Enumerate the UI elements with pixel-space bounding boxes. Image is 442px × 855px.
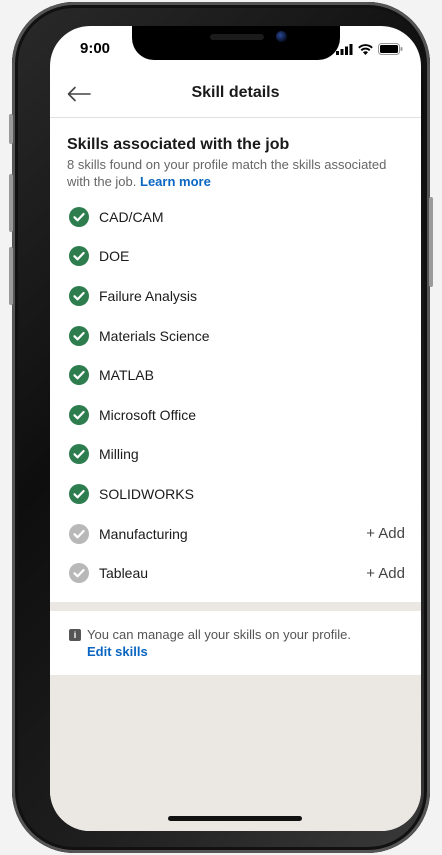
skill-name: SOLIDWORKS [99, 485, 194, 502]
status-icons [336, 43, 403, 55]
empty-background-area [50, 675, 421, 831]
skill-name: Milling [99, 446, 139, 463]
wifi-icon [358, 43, 373, 55]
skill-row: Manufacturing + Add [50, 514, 421, 554]
check-circle-icon [69, 365, 89, 386]
volume-up-button [9, 174, 13, 232]
speaker [210, 34, 264, 40]
section-description-text: 8 skills found on your profile match the… [67, 157, 387, 189]
skill-row: Failure Analysis [50, 276, 421, 316]
skill-list: CAD/CAM DOE Failure Analysis Materials S… [50, 197, 421, 593]
check-circle-icon [69, 325, 89, 346]
section-divider [50, 602, 421, 611]
phone-frame: 9:00 Skill details Skills associated wit… [9, 2, 433, 853]
skill-name: Manufacturing [99, 525, 188, 542]
skill-name: CAD/CAM [99, 208, 164, 225]
add-skill-button[interactable]: + Add [366, 565, 405, 582]
skill-row: CAD/CAM [50, 197, 421, 237]
battery-icon [378, 43, 403, 55]
skill-name: Microsoft Office [99, 406, 196, 423]
skill-row: DOE [50, 237, 421, 277]
manage-skills-text: You can manage all your skills on your p… [87, 627, 351, 642]
volume-down-button [9, 247, 13, 305]
home-indicator [168, 816, 302, 821]
status-time: 9:00 [80, 40, 111, 57]
manage-skills-note: i You can manage all your skills on your… [50, 611, 421, 675]
skill-row: Milling [50, 435, 421, 475]
skill-row: SOLIDWORKS [50, 474, 421, 514]
notch [132, 26, 340, 60]
silent-switch [9, 114, 13, 144]
skill-row: Materials Science [50, 316, 421, 356]
skill-name: DOE [99, 248, 130, 265]
skill-row: MATLAB [50, 355, 421, 395]
page-title: Skill details [191, 84, 280, 101]
section-description: 8 skills found on your profile match the… [67, 156, 387, 190]
learn-more-link[interactable]: Learn more [140, 174, 211, 189]
check-circle-icon [69, 483, 89, 504]
check-circle-outline-icon [69, 523, 89, 544]
front-camera [276, 31, 287, 42]
app-header: Skill details [50, 70, 421, 118]
check-circle-icon [69, 404, 89, 425]
check-circle-icon [69, 246, 89, 267]
skill-name: Failure Analysis [99, 287, 198, 304]
info-icon: i [69, 629, 81, 641]
check-circle-icon [69, 206, 89, 227]
check-circle-outline-icon [69, 563, 89, 584]
power-button [429, 197, 433, 287]
check-circle-icon [69, 444, 89, 465]
section-title: Skills associated with the job [67, 136, 290, 153]
add-skill-button[interactable]: + Add [366, 525, 405, 542]
skill-name: Materials Science [99, 327, 210, 344]
skill-name: MATLAB [99, 367, 154, 384]
skill-row: Tableau + Add [50, 553, 421, 593]
check-circle-icon [69, 285, 89, 306]
phone-screen: 9:00 Skill details Skills associated wit… [50, 26, 421, 831]
skill-name: Tableau [99, 565, 149, 582]
edit-skills-link[interactable]: Edit skills [87, 644, 148, 659]
skill-row: Microsoft Office [50, 395, 421, 435]
